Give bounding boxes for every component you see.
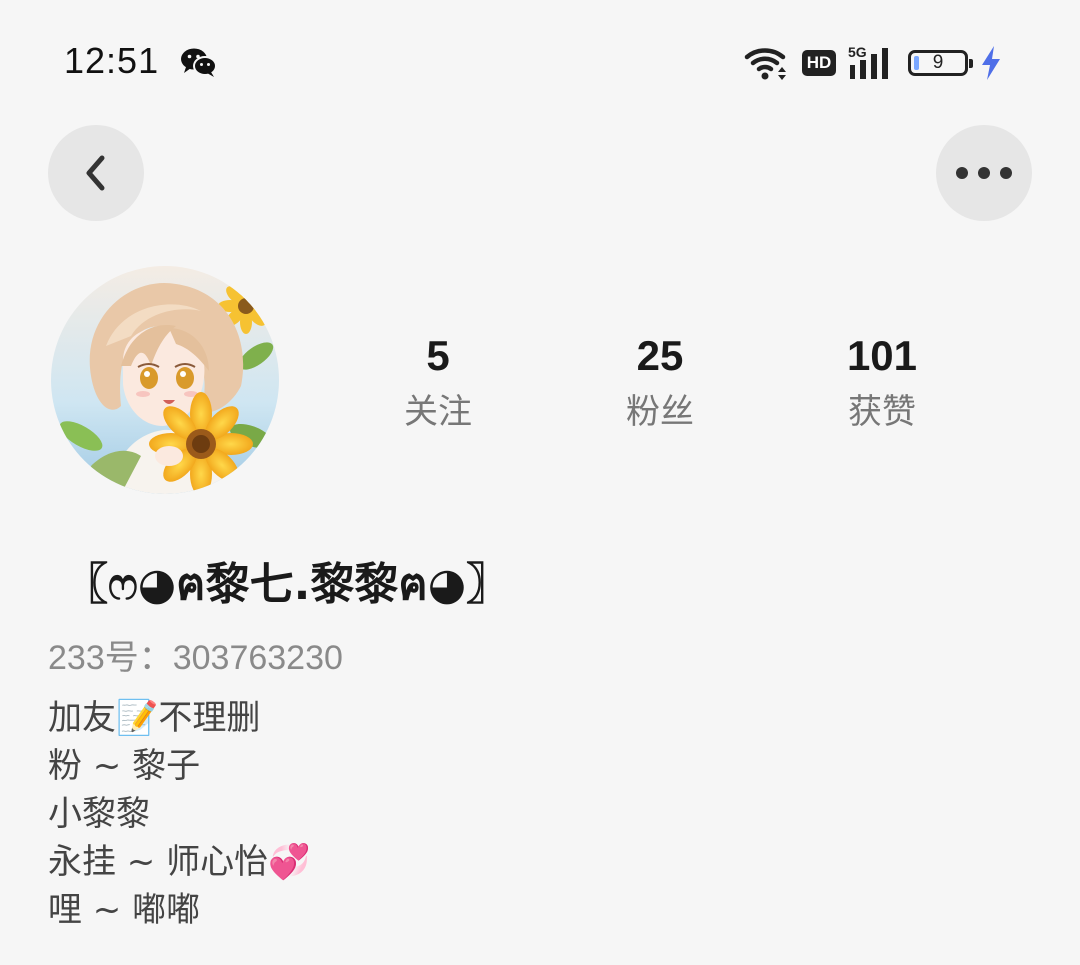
wifi-icon <box>744 48 786 80</box>
back-button[interactable] <box>48 125 144 221</box>
status-time: 12:51 <box>64 40 160 81</box>
wechat-icon <box>181 48 217 77</box>
followers-count: 25 <box>636 332 684 379</box>
avatar-image <box>51 266 279 494</box>
network-type-label: 5G <box>848 45 867 60</box>
followers-label: 粉丝 <box>626 392 694 432</box>
stat-following[interactable]: 5 关注 <box>348 330 528 442</box>
profile-screen: 12:51 HD 5G 9 5 关注 25 粉丝 101 获赞 〖ෆ◕ฅ黎七.黎… <box>0 0 1080 965</box>
nickname: 〖ෆ◕ฅ黎七.黎黎ฅ◕〗 <box>64 559 511 610</box>
stat-likes[interactable]: 101 获赞 <box>792 330 972 442</box>
following-count: 5 <box>426 332 450 379</box>
bio: 加友📝不理删 粉 ~ 黎子 小黎黎 永挂 ~ 师心怡💞 哩 ~ 嘟嘟 <box>48 694 310 934</box>
likes-label: 获赞 <box>848 392 916 432</box>
battery-level: 9 <box>932 52 944 73</box>
bio-line: 小黎黎 <box>48 794 150 834</box>
stat-followers[interactable]: 25 粉丝 <box>570 330 750 442</box>
status-icons: HD 5G 9 <box>744 44 1002 82</box>
more-options-button[interactable] <box>936 125 1032 221</box>
bio-line: 永挂 ~ 师心怡💞 <box>48 842 311 882</box>
battery-icon: 9 <box>908 50 973 76</box>
back-arrow-icon <box>86 155 105 191</box>
avatar[interactable] <box>51 266 279 494</box>
more-dots-icon <box>956 167 1012 179</box>
hd-badge: HD <box>802 50 836 76</box>
bio-line: 粉 ~ 黎子 <box>48 746 201 786</box>
bio-line: 加友📝不理删 <box>48 698 261 738</box>
status-bar: 12:51 HD 5G 9 <box>0 0 1080 126</box>
charging-icon <box>982 46 1000 80</box>
signal-icon: 5G <box>848 45 888 79</box>
account-id: 233号：303763230 <box>48 639 343 677</box>
likes-count: 101 <box>846 332 918 379</box>
following-label: 关注 <box>404 392 472 432</box>
bio-line: 哩 ~ 嘟嘟 <box>48 890 201 930</box>
